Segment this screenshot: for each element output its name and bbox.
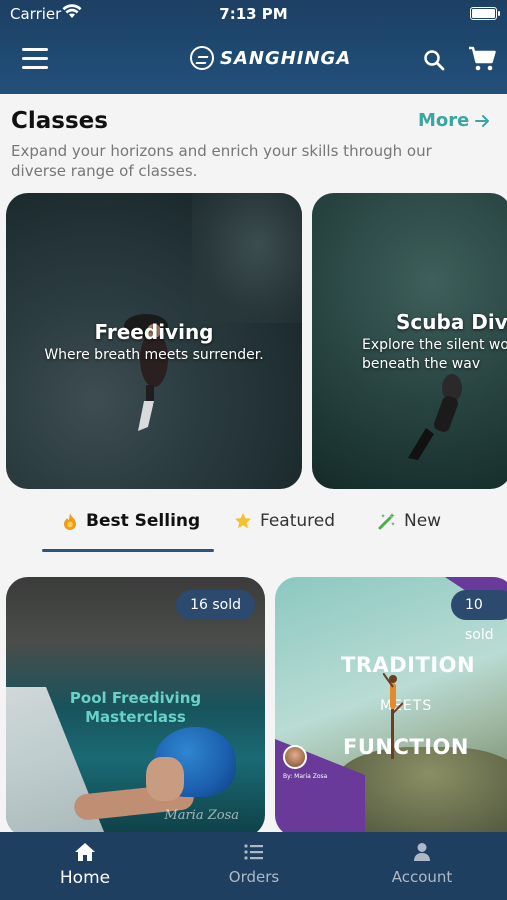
signature: Maria Zosa	[164, 808, 239, 823]
product-tabs: Best Selling Featured New	[0, 505, 507, 553]
card-image	[192, 193, 302, 323]
search-icon[interactable]	[423, 49, 445, 71]
product-card-tradition-function[interactable]: TRADITION MEETS FUNCTION By: Maria Zosa …	[275, 577, 507, 837]
more-link[interactable]: More	[418, 110, 490, 131]
tab-label: Best Selling	[86, 511, 201, 531]
tab-new[interactable]: New	[378, 511, 441, 531]
clock: 7:13 PM	[219, 5, 288, 23]
scuba-diver-illustration	[408, 374, 462, 460]
tab-label: Featured	[260, 511, 336, 531]
active-tab-indicator	[42, 549, 214, 552]
sold-badge: 10 sold	[451, 590, 507, 643]
product-card-pool-freediving[interactable]: Pool Freediving Masterclass Maria Zosa 1…	[6, 577, 265, 837]
tab-label: New	[404, 511, 442, 531]
section-subtitle: Expand your horizons and enrich your ski…	[11, 142, 432, 180]
sold-badge: 16 sold	[176, 590, 255, 620]
list-icon	[244, 844, 263, 860]
headline-function: FUNCTION	[343, 735, 469, 759]
class-card-freediving[interactable]: Freediving Where breath meets surrender.	[6, 193, 302, 489]
tab-featured[interactable]: Featured	[234, 511, 335, 531]
card-title: Freediving	[94, 320, 214, 344]
brand-name: SANGHINGA	[220, 47, 352, 69]
card-title: Scuba Divin	[396, 310, 507, 334]
card-subtitle: Explore the silent wo beneath the wav	[362, 337, 507, 372]
instructor-avatar	[283, 745, 307, 769]
nav-label: Home	[59, 868, 111, 888]
bottom-navigation: Home Orders Account	[0, 832, 507, 900]
product-title: Pool Freediving Masterclass	[6, 689, 265, 727]
app-header: Carrier 7:13 PM SANGHINGA	[0, 0, 507, 94]
nav-orders[interactable]: Orders	[194, 842, 314, 886]
more-label: More	[418, 110, 470, 131]
nav-account[interactable]: Account	[362, 842, 482, 886]
battery-icon	[470, 7, 500, 20]
nav-label: Orders	[228, 868, 280, 886]
cart-icon[interactable]	[468, 46, 496, 72]
arrow-right-icon	[475, 114, 490, 127]
swimmer-face-graphic	[146, 757, 184, 801]
nav-home[interactable]: Home	[25, 842, 145, 888]
class-card-scuba[interactable]: Scuba Divin Explore the silent wo beneat…	[312, 193, 507, 489]
star-icon	[235, 513, 251, 529]
home-icon	[75, 843, 95, 861]
brand-logo[interactable]: SANGHINGA	[190, 46, 351, 70]
headline-tradition: TRADITION	[341, 653, 476, 677]
nav-label: Account	[391, 868, 453, 886]
user-icon	[414, 843, 430, 861]
byline: By: Maria Zosa	[283, 773, 328, 780]
status-bar: Carrier 7:13 PM	[0, 0, 507, 30]
card-subtitle: Where breath meets surrender.	[44, 347, 264, 363]
yoga-pose-illustration	[383, 673, 403, 759]
product-title-line2: Masterclass	[85, 708, 186, 726]
tab-best-selling[interactable]: Best Selling	[62, 511, 200, 531]
section-title: Classes	[11, 108, 108, 134]
product-title-line1: Pool Freediving	[69, 689, 202, 707]
menu-icon[interactable]	[22, 48, 48, 70]
navbar: SANGHINGA	[0, 36, 507, 84]
magic-wand-icon	[378, 513, 395, 530]
flame-icon	[64, 513, 76, 530]
logo-mark-icon	[190, 46, 214, 70]
